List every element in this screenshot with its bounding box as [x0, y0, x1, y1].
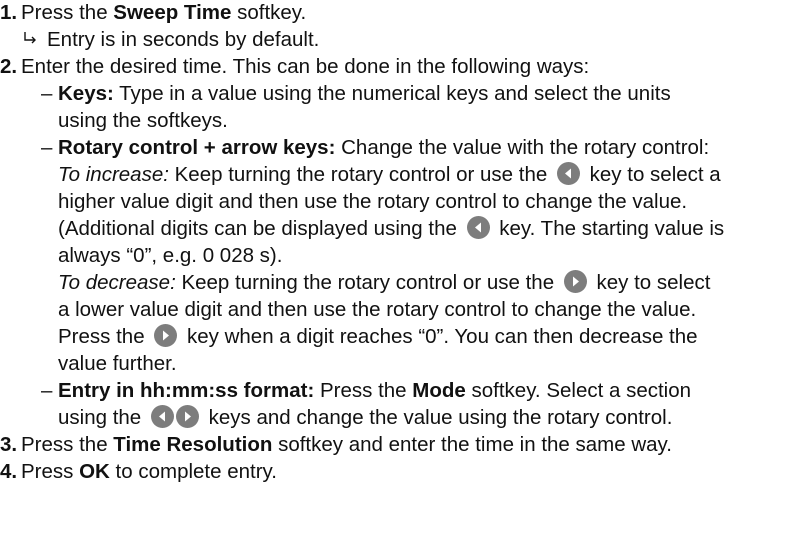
step-1-text: Press the Sweep Time softkey. — [21, 1, 307, 24]
left-arrow-key-icon — [556, 162, 580, 185]
bullet-dash: – — [41, 379, 53, 402]
right-hook-arrow-icon — [21, 27, 47, 54]
mode-softkey-label: Mode — [412, 379, 466, 402]
step-4-text: Press OK to complete entry. — [21, 460, 277, 483]
rotary-increase-line4: always “0”, e.g. 0 028 s). — [58, 244, 283, 267]
bullet-dash: – — [41, 82, 53, 105]
bullet-hhmmss-line2: using the keys and change the value usin… — [58, 405, 673, 429]
step-1-result: Entry is in seconds by default. — [21, 27, 319, 54]
bullet-hhmmss-line1: Entry in hh:mm:ss format: Press the Mode… — [58, 379, 692, 402]
bullet-rotary-line1: Rotary control + arrow keys: Change the … — [58, 136, 710, 159]
bullet-keys-line1: Keys: Type in a value using the numerica… — [58, 82, 671, 105]
left-arrow-key-icon — [466, 216, 490, 239]
rotary-increase-line1: To increase: Keep turning the rotary con… — [58, 162, 721, 186]
right-arrow-key-icon — [563, 270, 587, 293]
rotary-increase-line2: higher value digit and then use the rota… — [58, 190, 688, 213]
time-resolution-softkey-label: Time Resolution — [113, 433, 273, 456]
step-number-3: 3. — [0, 433, 18, 456]
step-3-text: Press the Time Resolution softkey and en… — [21, 433, 672, 456]
rotary-increase-line3: (Additional digits can be displayed usin… — [58, 216, 725, 240]
ok-key-label: OK — [79, 460, 110, 483]
step-2-text: Enter the desired time. This can be done… — [21, 55, 590, 78]
right-arrow-key-icon — [175, 405, 199, 428]
step-number-4: 4. — [0, 460, 18, 483]
bullet-dash: – — [41, 136, 53, 159]
step-number-2: 2. — [0, 55, 18, 78]
right-arrow-key-icon — [154, 324, 178, 347]
rotary-decrease-line2: a lower value digit and then use the rot… — [58, 298, 697, 321]
instruction-document: 1. Press the Sweep Time softkey. Entry i… — [0, 0, 807, 537]
rotary-decrease-line3: Press the key when a digit reaches “0”. … — [58, 324, 698, 348]
rotary-decrease-line1: To decrease: Keep turning the rotary con… — [58, 270, 711, 294]
rotary-decrease-line4: value further. — [58, 352, 177, 375]
sweep-time-softkey-label: Sweep Time — [113, 1, 232, 24]
left-arrow-key-icon — [150, 405, 174, 428]
bullet-keys-line2: using the softkeys. — [58, 109, 228, 132]
step-number-1: 1. — [0, 1, 18, 24]
